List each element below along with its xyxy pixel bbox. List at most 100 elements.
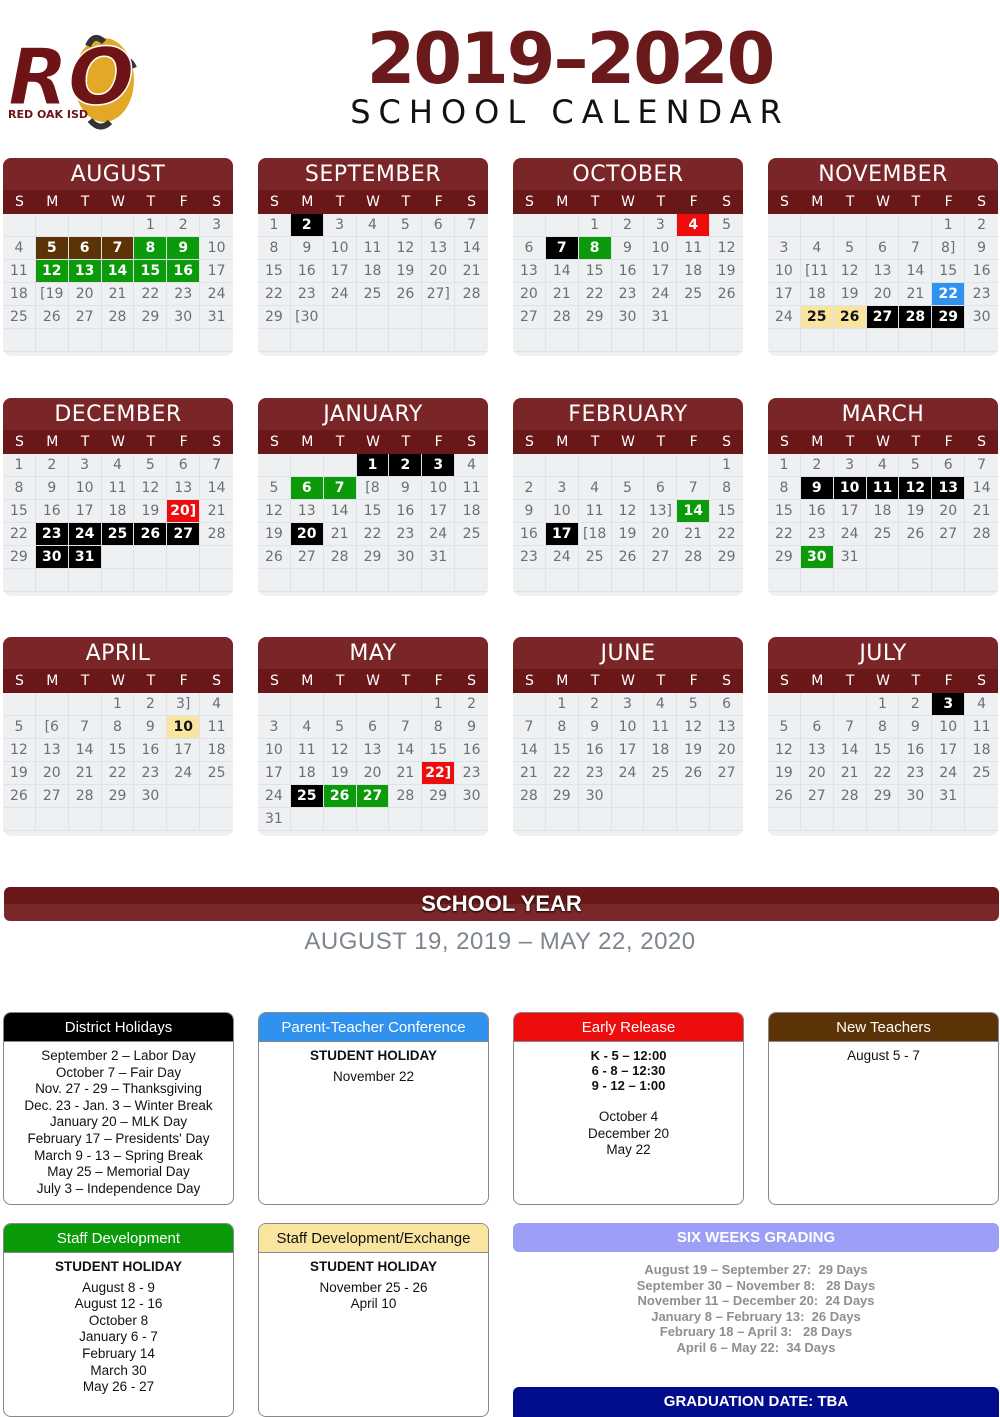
- day-cell: 20: [68, 283, 102, 306]
- day-cell: 28: [833, 785, 867, 808]
- day-cell: 14: [677, 500, 711, 523]
- day-cell: 25: [455, 523, 488, 546]
- weekday-label: W: [111, 194, 125, 210]
- day-cell: 19: [899, 500, 933, 523]
- day-cell: 31: [200, 306, 233, 329]
- day-cell: 6: [290, 477, 324, 500]
- day-cell: 1: [710, 454, 743, 477]
- weekday-label: F: [179, 434, 188, 450]
- weekday-label: T: [845, 434, 855, 450]
- day-cell: 15: [422, 739, 456, 762]
- day-cell: 21: [677, 523, 711, 546]
- empty-cell: [545, 214, 579, 237]
- empty-cell: [899, 329, 933, 352]
- empty-cell: [167, 785, 201, 808]
- weekday-label: S: [467, 673, 477, 689]
- day-cell: 3: [611, 693, 645, 716]
- day-cell: 12: [3, 739, 36, 762]
- day-cell: 19: [323, 762, 357, 785]
- day-cell: 4: [356, 214, 390, 237]
- empty-cell: [578, 454, 612, 477]
- day-cell: 24: [768, 306, 801, 329]
- empty-cell: [513, 569, 546, 592]
- legend-title: Parent-Teacher Conference: [259, 1013, 488, 1042]
- month-july: JULY S M T W T F S 1 2 3 4 5 6 7 8 9 10 11 12 13 14 15 16 17 18 19…: [768, 637, 998, 836]
- day-cell: 8: [422, 716, 456, 739]
- day-cell: 11: [644, 716, 678, 739]
- empty-cell: [68, 808, 102, 831]
- day-cell: 2: [513, 477, 546, 500]
- empty-cell: [258, 454, 291, 477]
- day-cell: 15: [710, 500, 743, 523]
- month-title: NOVEMBER: [768, 158, 998, 190]
- day-cell: 4: [455, 454, 488, 477]
- day-cell: 11: [290, 739, 324, 762]
- weekday-label: W: [621, 673, 635, 689]
- day-cell: 26: [833, 306, 867, 329]
- legend-staff-development: Staff Development STUDENT HOLIDAY August…: [3, 1223, 234, 1417]
- day-cell: 13: [167, 477, 201, 500]
- day-cell: 25: [200, 762, 233, 785]
- weekday-header: SMTWTFS: [768, 669, 998, 693]
- day-cell: 22: [3, 523, 36, 546]
- empty-cell: [323, 808, 357, 831]
- day-cell: 27: [68, 306, 102, 329]
- empty-cell: [833, 808, 867, 831]
- day-cell: 31: [833, 546, 867, 569]
- day-cell: 10: [644, 237, 678, 260]
- day-grid: 1 2 3 4 5 6 7 8 9 10 11 12 13 14 15 16 17 18 19 20 21 22 23 24 2…: [258, 214, 488, 352]
- day-cell: 9: [167, 237, 201, 260]
- empty-cell: [768, 329, 801, 352]
- empty-cell: [644, 785, 678, 808]
- day-cell: 25: [578, 546, 612, 569]
- day-cell: 27: [932, 523, 966, 546]
- day-cell: 30: [578, 785, 612, 808]
- empty-cell: [833, 569, 867, 592]
- weekday-label: T: [146, 434, 156, 450]
- day-cell: 24: [644, 283, 678, 306]
- legend-item: July 3 – Independence Day: [36, 1180, 201, 1196]
- day-cell: 4: [200, 693, 233, 716]
- legend-subtitle: STUDENT HOLIDAY: [54, 1259, 182, 1274]
- day-cell: 9: [134, 716, 168, 739]
- day-cell: 31: [422, 546, 456, 569]
- day-cell: 1: [932, 214, 966, 237]
- empty-cell: [833, 329, 867, 352]
- day-cell: 19: [389, 260, 423, 283]
- day-cell: 16: [455, 739, 488, 762]
- weekday-label: T: [335, 194, 345, 210]
- day-cell: 25: [356, 283, 390, 306]
- grading-period: August 19 – September 27: 29 Days: [644, 1262, 868, 1277]
- day-cell: 5: [710, 214, 743, 237]
- day-cell: 18: [800, 283, 834, 306]
- weekday-label: S: [14, 673, 24, 689]
- weekday-label: T: [80, 194, 90, 210]
- month-title: JUNE: [513, 637, 743, 669]
- weekday-header: SMTWTFS: [513, 190, 743, 214]
- day-cell: 28: [389, 785, 423, 808]
- day-cell: 18: [455, 500, 488, 523]
- weekday-label: S: [14, 434, 24, 450]
- day-cell: 16: [134, 739, 168, 762]
- empty-cell: [611, 785, 645, 808]
- day-cell: 21: [513, 762, 546, 785]
- day-cell: 12: [677, 716, 711, 739]
- weekday-label: M: [811, 434, 824, 450]
- day-cell: 15: [134, 260, 168, 283]
- empty-cell: [101, 329, 135, 352]
- day-cell: 2: [455, 693, 488, 716]
- day-cell: 26: [35, 306, 69, 329]
- day-cell: 8: [258, 237, 291, 260]
- empty-cell: [35, 693, 69, 716]
- month-title: APRIL: [3, 637, 233, 669]
- legend-item: May 25 – Memorial Day: [47, 1164, 190, 1180]
- day-cell: 6: [932, 454, 966, 477]
- weekday-label: W: [621, 194, 635, 210]
- day-cell: 25: [290, 785, 324, 808]
- legend-staff-exchange: Staff Development/Exchange STUDENT HOLID…: [258, 1223, 489, 1417]
- day-cell: 18: [644, 739, 678, 762]
- day-grid: 1 2 3 4 5 6 7 8 9 10 11 12 13 14 15 16 17 18 19 20 21 22 23 24 2…: [768, 693, 998, 831]
- graduation-banner: GRADUATION DATE: TBA: [513, 1387, 999, 1417]
- day-cell: 3: [768, 237, 801, 260]
- day-cell: 7: [513, 716, 546, 739]
